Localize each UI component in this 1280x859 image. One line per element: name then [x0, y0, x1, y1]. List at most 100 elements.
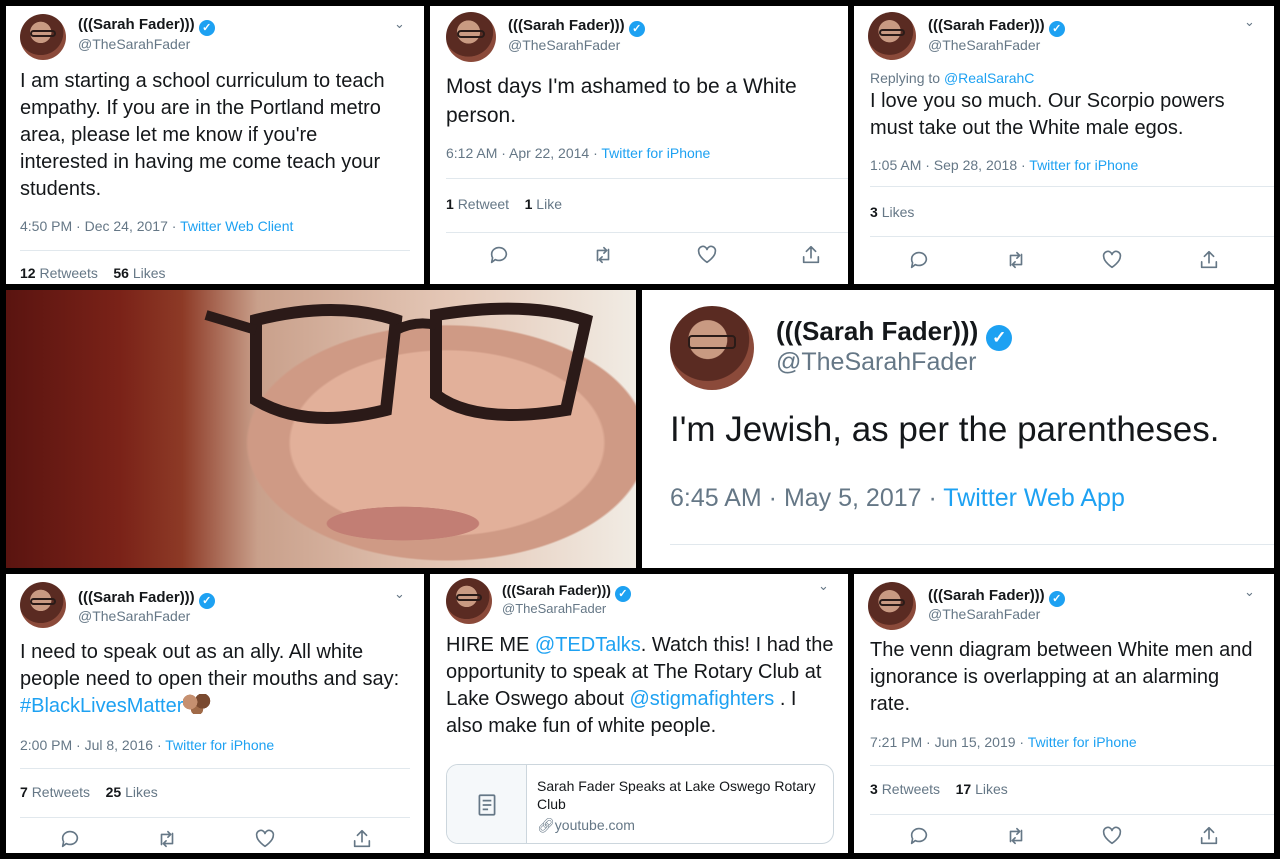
- action-bar: [488, 244, 822, 266]
- timestamp-text[interactable]: 2:00 PM · Jul 8, 2016 ·: [20, 737, 165, 753]
- mention-link-tedtalks[interactable]: @TEDTalks: [535, 634, 641, 656]
- avatar[interactable]: [20, 14, 66, 60]
- like-label[interactable]: Like: [536, 196, 562, 212]
- reply-mention-link[interactable]: @RealSarahC: [944, 70, 1034, 86]
- tweet-text: I'm Jewish, as per the parentheses.: [670, 410, 1220, 449]
- display-name[interactable]: (((Sarah Fader))): [502, 582, 611, 598]
- handle[interactable]: @TheSarahFader: [508, 37, 620, 53]
- display-name[interactable]: (((Sarah Fader))): [508, 17, 625, 34]
- verified-badge-icon: ✓: [614, 586, 631, 602]
- timestamp-text[interactable]: 4:50 PM · Dec 24, 2017 ·: [20, 218, 180, 234]
- avatar[interactable]: [868, 12, 916, 60]
- retweet-count[interactable]: 12: [20, 265, 36, 281]
- document-icon: [478, 794, 496, 816]
- retweet-count[interactable]: 3: [870, 781, 878, 797]
- like-label[interactable]: Likes: [975, 781, 1008, 797]
- like-count[interactable]: 3: [870, 204, 878, 220]
- reply-icon[interactable]: [908, 249, 930, 271]
- display-name[interactable]: (((Sarah Fader))): [78, 16, 195, 33]
- link-preview-card[interactable]: Sarah Fader Speaks at Lake Oswego Rotary…: [446, 764, 834, 844]
- display-name[interactable]: (((Sarah Fader))): [78, 589, 195, 606]
- tweet-source[interactable]: Twitter for iPhone: [165, 737, 274, 753]
- tweet-source[interactable]: Twitter Web App: [943, 484, 1125, 512]
- divider: [446, 178, 848, 179]
- link-card-thumb: [447, 765, 527, 843]
- reply-icon[interactable]: [59, 828, 81, 850]
- heart-icon[interactable]: [696, 244, 718, 266]
- tweet-source[interactable]: Twitter for iPhone: [1029, 157, 1138, 173]
- avatar[interactable]: [868, 582, 916, 630]
- tweet-timestamp: 6:45 AM · May 5, 2017 · Twitter Web App: [670, 484, 1125, 513]
- chevron-down-icon[interactable]: ⌄: [818, 578, 829, 594]
- display-name[interactable]: (((Sarah Fader))): [928, 587, 1045, 604]
- timestamp-text[interactable]: 1:05 AM · Sep 28, 2018 ·: [870, 157, 1029, 173]
- divider: [870, 765, 1274, 766]
- retweet-label[interactable]: Retweet: [458, 196, 509, 212]
- heart-icon[interactable]: [1101, 249, 1123, 271]
- avatar[interactable]: [446, 12, 496, 62]
- hashtag-link[interactable]: #BlackLivesMatter: [20, 695, 183, 717]
- link-card-title: Sarah Fader Speaks at Lake Oswego Rotary…: [537, 778, 816, 812]
- like-label[interactable]: Likes: [133, 265, 166, 281]
- verified-badge-icon: ✓: [986, 325, 1013, 351]
- retweet-icon[interactable]: [592, 244, 614, 266]
- like-count[interactable]: 25: [106, 784, 122, 800]
- reply-icon[interactable]: [488, 244, 510, 266]
- tweet-source[interactable]: Twitter for iPhone: [1028, 734, 1137, 750]
- chevron-down-icon[interactable]: ⌄: [1244, 584, 1255, 600]
- display-name[interactable]: (((Sarah Fader))): [776, 316, 978, 346]
- glasses-icon: [204, 302, 594, 424]
- tweet-card-2: (((Sarah Fader))) ✓ @TheSarahFader Most d…: [430, 6, 848, 284]
- like-count[interactable]: 17: [956, 781, 972, 797]
- tweet-stats: 3 Retweets 17 Likes: [870, 781, 1008, 797]
- tweet-text: The venn diagram between White men and i…: [870, 639, 1253, 715]
- retweet-count[interactable]: 7: [20, 784, 28, 800]
- handle[interactable]: @TheSarahFader: [78, 608, 190, 624]
- share-icon[interactable]: [1198, 249, 1220, 271]
- heart-icon[interactable]: [1101, 825, 1123, 847]
- tweet-timestamp: 1:05 AM · Sep 28, 2018 · Twitter for iPh…: [870, 157, 1138, 173]
- like-label[interactable]: Likes: [125, 784, 158, 800]
- tweet-card-6: (((Sarah Fader))) ✓ @TheSarahFader ⌄ HIRE…: [430, 574, 848, 853]
- avatar[interactable]: [670, 306, 754, 390]
- like-label[interactable]: Likes: [882, 204, 915, 220]
- tweet-timestamp: 4:50 PM · Dec 24, 2017 · Twitter Web Cli…: [20, 218, 293, 234]
- retweet-label[interactable]: Retweets: [882, 781, 940, 797]
- link-icon: 🔗︎: [537, 817, 555, 833]
- retweet-count[interactable]: 1: [446, 196, 454, 212]
- verified-badge-icon: ✓: [628, 21, 645, 37]
- retweet-icon[interactable]: [1005, 825, 1027, 847]
- display-name[interactable]: (((Sarah Fader))): [928, 17, 1045, 34]
- tweet-timestamp: 6:12 AM · Apr 22, 2014 · Twitter for iPh…: [446, 145, 710, 161]
- tweet-source[interactable]: Twitter for iPhone: [601, 145, 710, 161]
- timestamp-text[interactable]: 6:12 AM · Apr 22, 2014 ·: [446, 145, 601, 161]
- chevron-down-icon[interactable]: ⌄: [394, 586, 405, 602]
- mention-link-stigmafighters[interactable]: @stigmafighters: [629, 688, 774, 710]
- share-icon[interactable]: [800, 244, 822, 266]
- handle[interactable]: @TheSarahFader: [502, 601, 606, 616]
- handle[interactable]: @TheSarahFader: [78, 36, 190, 52]
- like-count[interactable]: 56: [113, 265, 129, 281]
- handle[interactable]: @TheSarahFader: [776, 348, 976, 377]
- retweet-label[interactable]: Retweets: [39, 265, 97, 281]
- retweet-icon[interactable]: [156, 828, 178, 850]
- avatar[interactable]: [20, 582, 66, 628]
- handle[interactable]: @TheSarahFader: [928, 37, 1040, 53]
- share-icon[interactable]: [1198, 825, 1220, 847]
- retweet-label[interactable]: Retweets: [32, 784, 90, 800]
- retweet-icon[interactable]: [1005, 249, 1027, 271]
- timestamp-text[interactable]: 7:21 PM · Jun 15, 2019 ·: [870, 734, 1028, 750]
- tweet-source[interactable]: Twitter Web Client: [180, 218, 293, 234]
- reply-icon[interactable]: [908, 825, 930, 847]
- like-count[interactable]: 1: [525, 196, 533, 212]
- action-bar: [908, 249, 1220, 271]
- divider: [20, 250, 410, 251]
- share-icon[interactable]: [351, 828, 373, 850]
- chevron-down-icon[interactable]: ⌄: [1244, 14, 1255, 30]
- avatar[interactable]: [446, 578, 492, 624]
- chevron-down-icon[interactable]: ⌄: [394, 16, 405, 32]
- timestamp-text[interactable]: 6:45 AM · May 5, 2017 ·: [670, 484, 943, 512]
- heart-icon[interactable]: [254, 828, 276, 850]
- divider: [20, 817, 410, 818]
- handle[interactable]: @TheSarahFader: [928, 606, 1040, 622]
